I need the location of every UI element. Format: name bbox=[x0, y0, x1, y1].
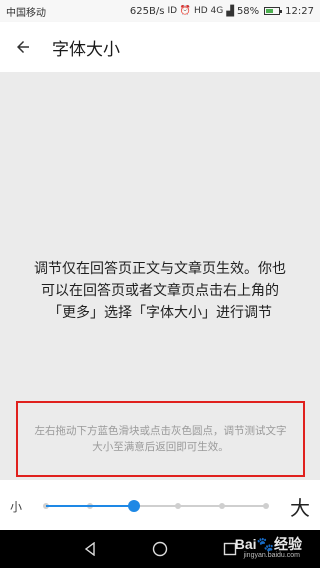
highlighted-hint-box: 左右拖动下方蓝色滑块或点击灰色圆点，调节测试文字大小至满意后返回即可生效。 bbox=[16, 401, 305, 477]
slider-stop-dot[interactable] bbox=[219, 503, 225, 509]
status-bar: 中国移动 625B/s ID ⏰ HD 4G ▟ 58% 12:27 bbox=[0, 0, 320, 22]
clock: 12:27 bbox=[285, 5, 314, 17]
large-size-label: 大 bbox=[290, 496, 310, 520]
status-icons: 625B/s ID ⏰ HD 4G ▟ 58% 12:27 bbox=[130, 6, 314, 17]
font-size-slider[interactable] bbox=[43, 500, 269, 512]
font-size-slider-bar: 小 大 bbox=[0, 480, 320, 530]
circle-home-icon bbox=[152, 541, 168, 557]
status-indicator-icons: ID ⏰ HD 4G bbox=[167, 6, 224, 16]
triangle-back-icon bbox=[84, 542, 95, 556]
app-bar: 字体大小 bbox=[0, 22, 320, 72]
preview-area: 调节仅在回答页正文与文章页生效。你也可以在回答页或者文章页点击右上角的「更多」选… bbox=[0, 72, 320, 480]
hint-text: 左右拖动下方蓝色滑块或点击灰色圆点，调节测试文字大小至满意后返回即可生效。 bbox=[34, 425, 287, 453]
preview-text: 调节仅在回答页正文与文章页生效。你也可以在回答页或者文章页点击右上角的「更多」选… bbox=[34, 261, 286, 321]
signal-icon: ▟ bbox=[226, 5, 234, 17]
page-title: 字体大小 bbox=[52, 39, 120, 60]
small-size-label: 小 bbox=[10, 500, 23, 514]
slider-fill bbox=[46, 505, 134, 507]
carrier-label: 中国移动 bbox=[6, 7, 46, 19]
slider-stop-dot[interactable] bbox=[263, 503, 269, 509]
slider-thumb[interactable] bbox=[128, 500, 140, 512]
baidu-jingyan-logo: Bai🐾经验 bbox=[234, 536, 302, 552]
nav-home-button[interactable] bbox=[148, 537, 172, 561]
watermark-url: jingyan.baidu.com bbox=[243, 552, 300, 559]
nav-back-button[interactable] bbox=[78, 537, 102, 561]
battery-percent: 58% bbox=[236, 5, 260, 17]
arrow-left-icon bbox=[17, 41, 29, 53]
slider-stop-dot[interactable] bbox=[175, 503, 181, 509]
paw-icon: 🐾 bbox=[256, 536, 274, 552]
battery-icon bbox=[264, 7, 283, 15]
battery-level bbox=[266, 9, 274, 13]
system-nav-bar: Bai🐾经验 jingyan.baidu.com bbox=[0, 530, 320, 568]
back-button[interactable] bbox=[0, 22, 46, 72]
network-speed: 625B/s bbox=[129, 5, 165, 17]
